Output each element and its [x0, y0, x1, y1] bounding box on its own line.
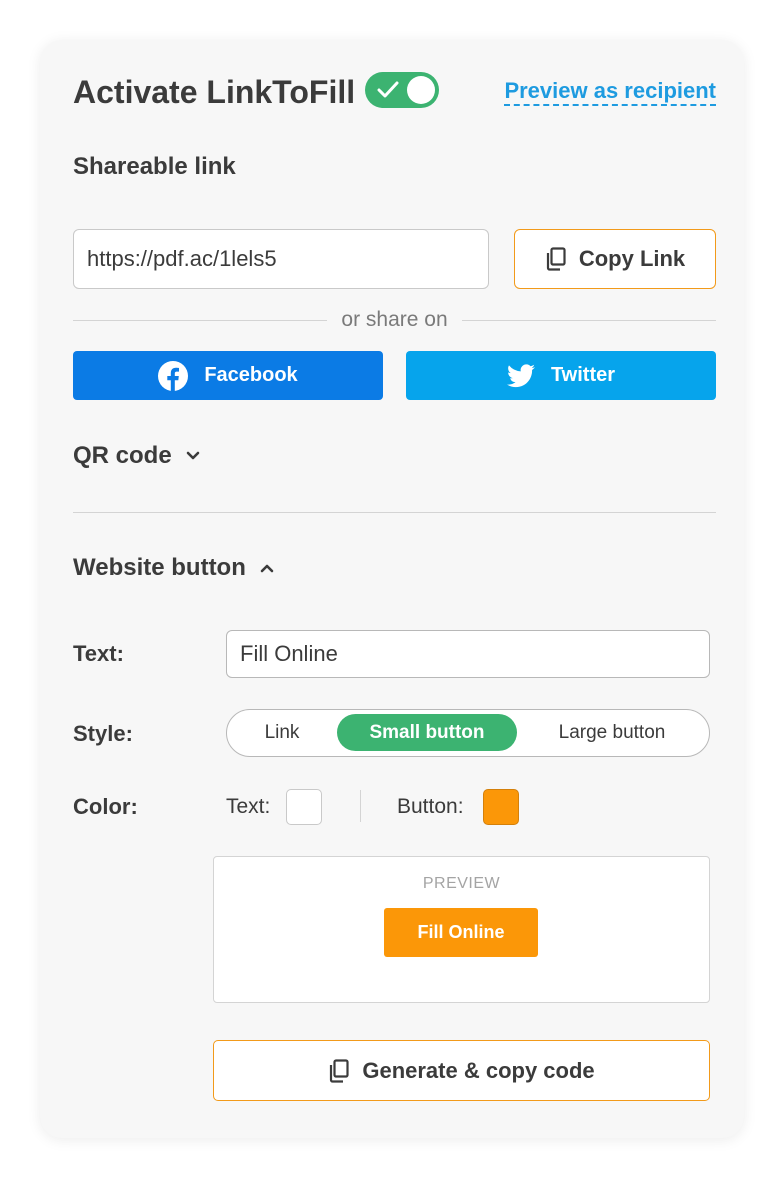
chevron-up-icon [260, 564, 274, 573]
text-color-label: Text: [226, 795, 271, 818]
preview-fill-online-button[interactable]: Fill Online [384, 908, 538, 957]
preview-as-recipient-link[interactable]: Preview as recipient [504, 78, 716, 106]
button-color-swatch[interactable] [483, 789, 519, 825]
button-color-label: Button: [397, 795, 464, 818]
divider-line-right [461, 319, 717, 321]
qr-code-toggle[interactable]: QR code [73, 441, 200, 471]
or-share-on-text: or share on [341, 308, 448, 331]
color-label: Color: [73, 794, 138, 819]
style-option-small-button[interactable]: Small button [337, 714, 517, 751]
text-field-label: Text: [73, 641, 124, 666]
generate-copy-code-label: Generate & copy code [362, 1057, 595, 1083]
style-label: Style: [73, 721, 133, 746]
style-option-link[interactable]: Link [239, 714, 325, 751]
style-selector: Link Small button Large button [226, 709, 710, 757]
qr-code-heading: QR code [73, 442, 172, 469]
panel-title: Activate LinkToFill [73, 74, 356, 110]
facebook-label: Facebook [204, 364, 298, 386]
check-icon [377, 81, 399, 98]
website-button-toggle[interactable]: Website button [73, 553, 274, 583]
activate-toggle[interactable] [365, 72, 439, 108]
button-preview-box: PREVIEW Fill Online [213, 856, 710, 1003]
facebook-share-button[interactable]: Facebook [73, 351, 383, 400]
button-text-input[interactable]: Fill Online [226, 630, 710, 678]
copy-icon [546, 247, 566, 271]
preview-title: PREVIEW [422, 875, 501, 892]
linktofill-panel: Activate LinkToFill Preview as recipient… [40, 40, 744, 1138]
section-divider [73, 512, 716, 513]
toggle-knob [407, 76, 435, 104]
copy-link-label: Copy Link [578, 246, 686, 271]
copy-icon [330, 1058, 349, 1083]
share-divider: or share on [73, 306, 717, 334]
facebook-icon [158, 360, 189, 391]
generate-copy-code-button[interactable]: Generate & copy code [213, 1040, 710, 1101]
twitter-share-button[interactable]: Twitter [406, 351, 716, 400]
copy-link-button[interactable]: Copy Link [514, 229, 716, 289]
website-button-heading: Website button [73, 554, 246, 581]
shareable-link-heading: Shareable link [73, 153, 236, 180]
divider-line-left [73, 319, 328, 321]
color-separator [360, 790, 361, 822]
twitter-label: Twitter [550, 364, 616, 386]
chevron-down-icon [186, 451, 199, 460]
twitter-icon [506, 363, 535, 387]
style-option-large-button[interactable]: Large button [527, 714, 697, 751]
shareable-url-field[interactable]: https://pdf.ac/1lels5 [73, 229, 489, 289]
text-color-swatch[interactable] [286, 789, 322, 825]
